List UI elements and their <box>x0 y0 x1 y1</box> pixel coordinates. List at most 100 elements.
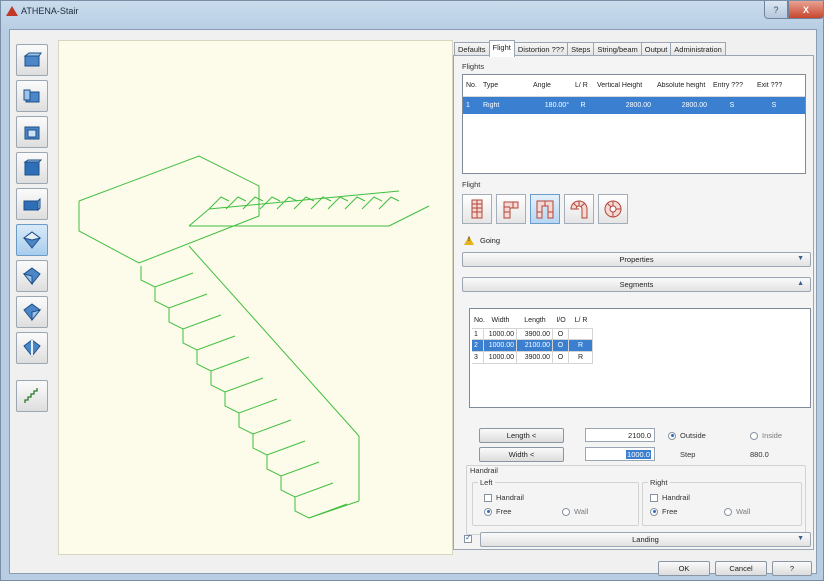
ok-button[interactable]: OK <box>658 561 710 576</box>
radio-selected-icon <box>650 507 658 516</box>
landing-expander[interactable]: Landing ▼ <box>480 532 811 547</box>
going-warning: Going <box>464 236 500 245</box>
tab-string-beam[interactable]: String/beam <box>593 42 642 56</box>
handrail-group-label: Handrail <box>470 466 498 475</box>
lower-step-9 <box>252 434 306 456</box>
flight-entry-cell: S <box>729 101 735 109</box>
table-row[interactable]: 1 Right 180.00° R 2800.00 2800.00 S S <box>463 97 805 114</box>
chevron-down-icon: ▼ <box>797 535 804 542</box>
tab-defaults[interactable]: Defaults <box>454 42 490 56</box>
outside-radio[interactable]: Outside <box>668 431 706 440</box>
left-handrail-box <box>472 482 639 526</box>
left-wall-label: Wall <box>574 507 589 516</box>
box-open-icon <box>24 126 40 140</box>
flight-vertical-height-cell: 2800.00 <box>625 101 651 109</box>
right-handrail-checkbox[interactable]: Handrail <box>650 493 690 502</box>
stair-type-l-button[interactable] <box>16 80 48 112</box>
flight-type-cell: Right <box>483 101 500 109</box>
stair-type-diamond-4-button[interactable] <box>16 332 48 364</box>
lower-step-2 <box>154 287 208 309</box>
col-absolute-height-header: Absolute height <box>657 81 706 89</box>
col-entry-header: Entry ??? <box>713 81 743 89</box>
u-shaped-flight-icon <box>536 200 554 219</box>
seg-length-cell: 2100.00 <box>517 340 553 352</box>
app-logo-icon <box>6 6 18 16</box>
half-turn-winder-button[interactable] <box>564 194 594 224</box>
seg-col-length-header: Length <box>524 317 546 324</box>
seg-io-cell: O <box>553 340 569 352</box>
title-bar[interactable]: ATHENA-Stair ? X <box>1 1 824 29</box>
tab-steps[interactable]: Steps <box>567 42 595 56</box>
lower-step-10 <box>266 455 320 477</box>
help-button[interactable]: ? <box>772 561 812 576</box>
l-shaped-flight-button[interactable] <box>496 194 526 224</box>
left-handrail-checkbox[interactable]: Handrail <box>484 493 524 502</box>
right-free-radio[interactable]: Free <box>650 507 677 516</box>
stair-type-flat-button[interactable] <box>16 188 48 220</box>
seg-no-cell: 2 <box>472 340 484 352</box>
stair-type-straight-button[interactable] <box>16 44 48 76</box>
upper-flight-edge-end <box>388 205 430 227</box>
help-window-button[interactable]: ? <box>764 1 788 19</box>
stair-type-diamond-button[interactable] <box>16 224 48 256</box>
stair-preview-canvas[interactable] <box>58 40 453 555</box>
radio-empty-icon <box>750 431 758 440</box>
box-flat-icon <box>23 197 41 212</box>
spiral-flight-button[interactable] <box>598 194 628 224</box>
lower-step-3 <box>168 308 222 330</box>
tab-distortion[interactable]: Distortion ??? <box>513 42 569 56</box>
right-handrail-label: Handrail <box>662 493 690 502</box>
tab-flight[interactable]: Flight <box>488 40 515 57</box>
diamond-right-icon <box>23 303 42 322</box>
radio-selected-icon <box>668 431 676 440</box>
col-lr-header: L/ R <box>575 81 588 89</box>
table-row[interactable]: 1 1000.00 3900.00 O <box>472 328 593 340</box>
lower-step-7 <box>224 392 278 414</box>
seg-length-cell: 3900.00 <box>517 352 553 364</box>
col-vertical-height-header: Vertical Height <box>597 81 643 89</box>
left-free-radio[interactable]: Free <box>484 507 511 516</box>
tab-administration[interactable]: Administration <box>670 42 726 56</box>
u-shaped-flight-button[interactable] <box>530 194 560 224</box>
upper-step-9 <box>344 196 366 210</box>
flight-tab-panel: Flights No. Type Angle L/ R Vertical Hei… <box>453 55 814 550</box>
col-no-header: No. <box>466 81 477 89</box>
segments-table[interactable]: No. Width Length I/O L/ R 1 1000.00 3900… <box>469 308 811 408</box>
stair-type-u-button[interactable] <box>16 116 48 148</box>
right-wall-radio[interactable]: Wall <box>724 507 750 516</box>
table-row[interactable]: 3 1000.00 3900.00 O R <box>472 352 593 364</box>
stair-steps-button[interactable] <box>16 380 48 412</box>
seg-io-cell: O <box>553 329 569 340</box>
inside-radio[interactable]: Inside <box>750 431 782 440</box>
properties-expander[interactable]: Properties ▼ <box>462 252 811 267</box>
properties-label: Properties <box>619 255 654 264</box>
table-row[interactable]: 2 1000.00 2100.00 O R <box>472 340 593 352</box>
col-exit-header: Exit ??? <box>757 81 783 89</box>
length-input[interactable]: 2100.0 <box>585 428 655 442</box>
left-label: Left <box>478 478 495 487</box>
stair-type-diamond-2-button[interactable] <box>16 260 48 292</box>
width-pick-button[interactable]: Width < <box>479 447 564 462</box>
upper-step-6 <box>293 196 315 210</box>
width-input[interactable]: 1000.0 <box>585 447 655 461</box>
flight-exit-cell: S <box>771 101 777 109</box>
step-label: Step <box>680 450 696 459</box>
radio-empty-icon <box>562 507 570 516</box>
stair-type-block-button[interactable] <box>16 152 48 184</box>
straight-flight-button[interactable] <box>462 194 492 224</box>
upper-step-5 <box>276 196 298 210</box>
cancel-button[interactable]: Cancel <box>715 561 767 576</box>
length-pick-button[interactable]: Length < <box>479 428 564 443</box>
landing-checkbox[interactable] <box>464 533 472 543</box>
tab-strip: Defaults Flight Distortion ??? Steps Str… <box>454 40 726 57</box>
flight-lr-cell: R <box>580 101 586 109</box>
segments-expander[interactable]: Segments ▲ <box>462 277 811 292</box>
step-value: 880.0 <box>750 450 769 459</box>
close-window-button[interactable]: X <box>788 1 824 19</box>
tab-output[interactable]: Output <box>640 42 672 56</box>
stair-type-diamond-3-button[interactable] <box>16 296 48 328</box>
flight-type-selector <box>462 194 628 224</box>
flights-table[interactable]: No. Type Angle L/ R Vertical Height Abso… <box>462 74 806 174</box>
left-wall-radio[interactable]: Wall <box>562 507 588 516</box>
left-free-label: Free <box>496 507 512 516</box>
